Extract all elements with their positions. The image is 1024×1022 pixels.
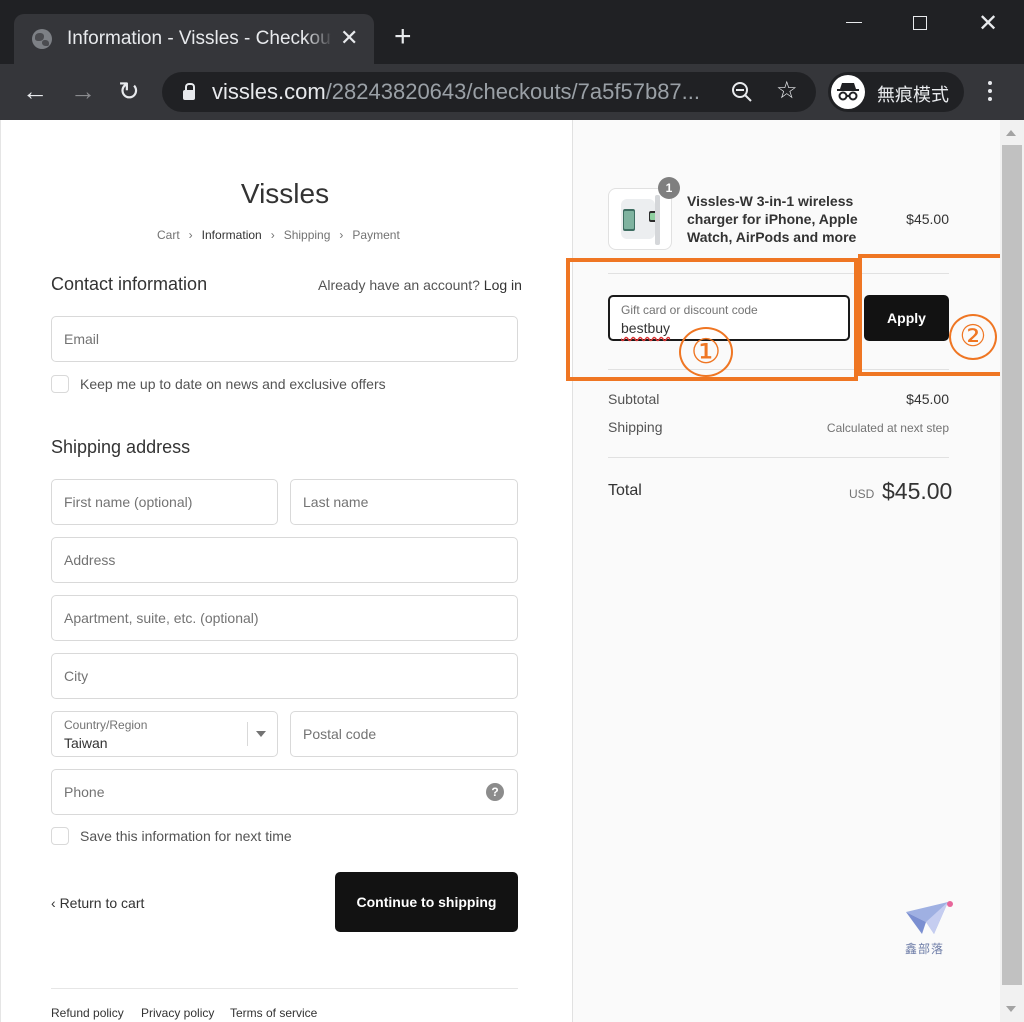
shipping-heading: Shipping address [51, 437, 191, 457]
forward-button[interactable]: → [70, 76, 96, 106]
total-value: $45.00 [882, 478, 953, 504]
incognito-icon [831, 75, 865, 109]
watermark-text: 鑫部落 [905, 942, 945, 956]
zoom-out-icon[interactable] [730, 80, 754, 104]
city-field[interactable]: City [51, 653, 518, 699]
browser-toolbar: ← → ↻ vissles.com/28243820643/checkouts/… [0, 64, 1024, 120]
shipping-value: Calculated at next step [826, 421, 949, 435]
privacy-policy-link[interactable]: Privacy policy [141, 1006, 214, 1020]
product-price: $45.00 [906, 211, 949, 227]
browser-menu-icon[interactable] [988, 81, 994, 105]
scroll-up-arrow[interactable] [1006, 130, 1016, 136]
return-to-cart-link[interactable]: ‹ Return to cart [51, 895, 144, 911]
contact-heading: Contact information [51, 274, 208, 294]
phone-field[interactable]: Phone ? [51, 769, 518, 815]
browser-title-bar: Information - Vissles - Checkout ✕ + ✕ [0, 0, 1024, 64]
email-field[interactable]: Email [51, 316, 518, 362]
save-info-label: Save this information for next time [80, 828, 292, 844]
lock-icon [183, 83, 195, 100]
reload-button[interactable]: ↻ [118, 76, 140, 106]
incognito-label: 無痕模式 [877, 85, 949, 105]
url-text: vissles.com/28243820643/checkouts/7a5f57… [212, 79, 700, 104]
apartment-field[interactable]: Apartment, suite, etc. (optional) [51, 595, 518, 641]
postal-code-field[interactable]: Postal code [290, 711, 518, 757]
currency-code: USD [849, 487, 875, 501]
subtotal-label: Subtotal [608, 391, 660, 407]
close-window-button[interactable]: ✕ [978, 12, 998, 36]
scroll-down-arrow[interactable] [1006, 1006, 1016, 1012]
incognito-indicator[interactable]: 無痕模式 [828, 72, 964, 112]
chevron-down-icon [256, 731, 266, 737]
tab-close-icon[interactable]: ✕ [340, 26, 358, 50]
maximize-button[interactable] [913, 16, 927, 30]
newsletter-checkbox[interactable] [51, 375, 69, 393]
help-icon[interactable]: ? [486, 783, 504, 801]
last-name-field[interactable]: Last name [290, 479, 518, 525]
breadcrumb-cart[interactable]: Cart [157, 228, 180, 242]
total-label: Total [608, 482, 642, 499]
subtotal-value: $45.00 [906, 391, 949, 407]
chevron-left-icon: ‹ [51, 895, 56, 911]
bookmark-star-icon[interactable]: ☆ [776, 76, 798, 106]
save-info-checkbox[interactable] [51, 827, 69, 845]
highlight-box-apply [858, 254, 1007, 376]
store-logo[interactable]: Vissles [0, 178, 570, 210]
back-button[interactable]: ← [22, 76, 48, 106]
scrollbar-thumb[interactable] [1002, 145, 1022, 985]
first-name-field[interactable]: First name (optional) [51, 479, 278, 525]
newsletter-label: Keep me up to date on news and exclusive… [80, 376, 386, 392]
refund-policy-link[interactable]: Refund policy [51, 1006, 124, 1020]
step-2-marker: ② [949, 314, 997, 360]
login-link[interactable]: Log in [484, 277, 522, 293]
browser-tab[interactable]: Information - Vissles - Checkout ✕ [14, 14, 374, 64]
minimize-button[interactable] [846, 22, 862, 23]
quantity-badge: 1 [658, 177, 680, 199]
breadcrumb-information: Information [201, 228, 262, 242]
breadcrumb: Cart › Information › Shipping › Payment [157, 228, 400, 242]
address-bar[interactable]: vissles.com/28243820643/checkouts/7a5f57… [162, 72, 816, 112]
country-select[interactable]: Country/Region Taiwan [51, 711, 278, 757]
step-1-marker: ① [679, 327, 733, 377]
login-prompt: Already have an account? Log in [318, 277, 522, 293]
breadcrumb-shipping: Shipping [283, 228, 331, 242]
terms-of-service-link[interactable]: Terms of service [230, 1006, 317, 1020]
shipping-label: Shipping [608, 419, 663, 435]
continue-to-shipping-button[interactable]: Continue to shipping [335, 872, 518, 932]
breadcrumb-payment: Payment [352, 228, 400, 242]
tab-title: Information - Vissles - Checkout [67, 28, 331, 49]
product-name: Vissles-W 3-in-1 wireless charger for iP… [687, 193, 858, 245]
new-tab-button[interactable]: + [394, 22, 412, 52]
globe-icon [32, 29, 52, 49]
address-field[interactable]: Address [51, 537, 518, 583]
